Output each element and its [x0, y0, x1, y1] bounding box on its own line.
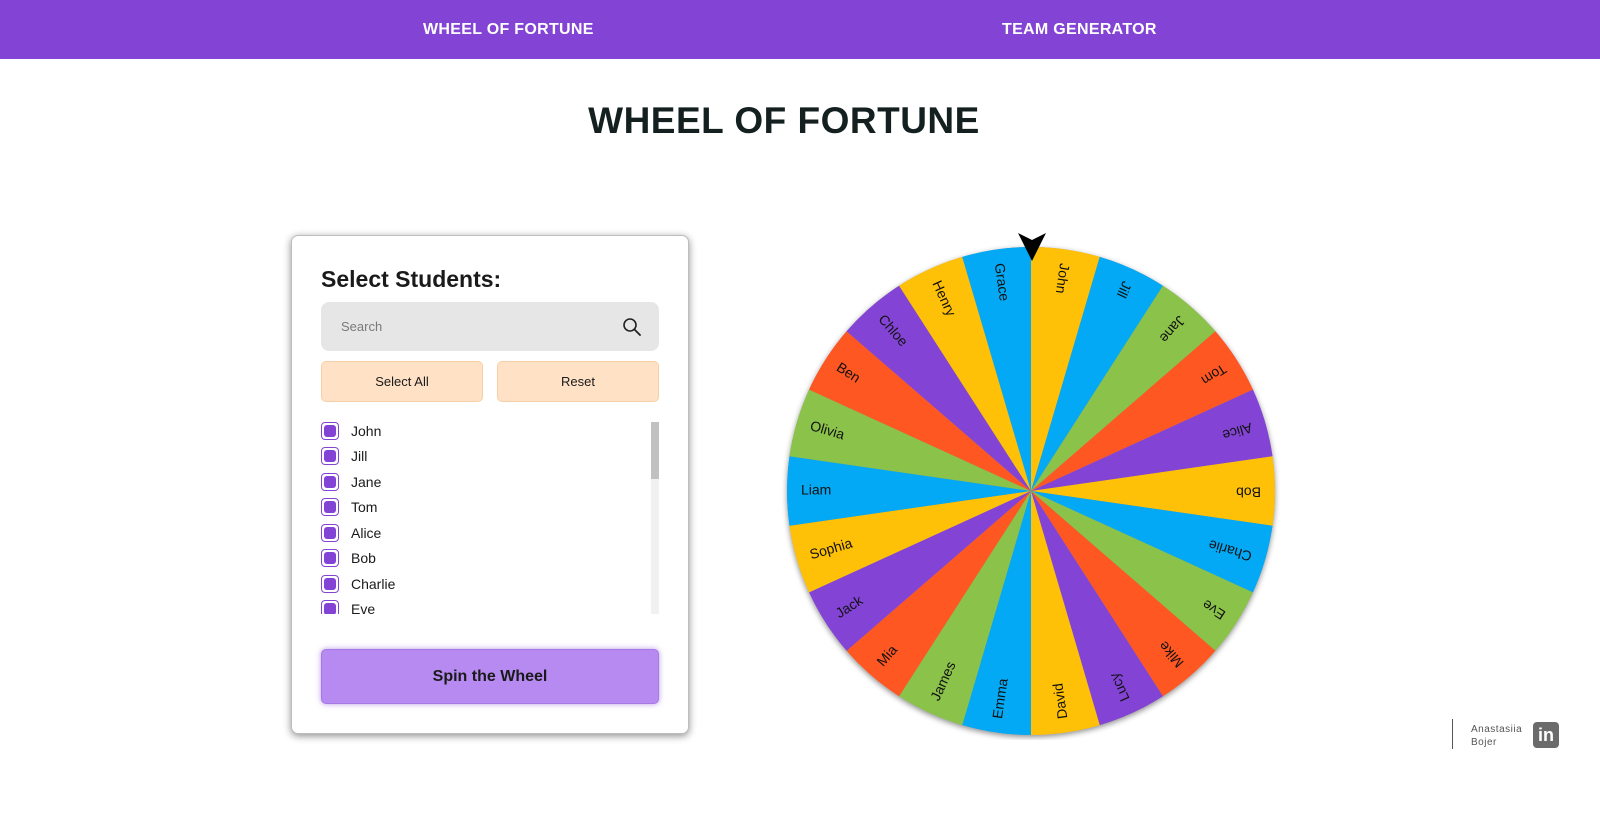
student-checkbox[interactable] [321, 447, 339, 465]
student-list: John Jill Jane Tom Alice Bob Charlie Eve [321, 422, 659, 614]
wheel-pointer-icon [1018, 233, 1046, 261]
student-label: Alice [351, 525, 382, 541]
fortune-wheel[interactable]: John Jill Jane Tom Alice Bob Charlie Eve Mike Luc… [780, 240, 1280, 740]
credit-last-name: Bojer [1471, 737, 1497, 748]
nav-team-generator[interactable]: TEAM GENERATOR [1002, 0, 1157, 59]
credit-author: Anastasiia Bojer [1471, 723, 1522, 749]
reset-button[interactable]: Reset [497, 361, 659, 402]
student-label: Bob [351, 550, 376, 566]
student-item-eve[interactable]: Eve [321, 600, 641, 614]
credit-divider [1452, 719, 1453, 749]
student-label: Eve [351, 601, 376, 614]
student-label: John [351, 423, 382, 439]
wheel-segments [786, 247, 1276, 735]
student-item-john[interactable]: John [321, 422, 641, 444]
search-input[interactable] [321, 302, 611, 351]
list-scrollbar-thumb[interactable] [651, 422, 659, 479]
student-checkbox[interactable] [321, 422, 339, 440]
student-checkbox[interactable] [321, 524, 339, 542]
top-navbar: WHEEL OF FORTUNE TEAM GENERATOR [0, 0, 1600, 59]
student-select-panel: Select Students: Select All Reset John J… [291, 235, 689, 734]
student-label: Tom [351, 499, 378, 515]
search-icon[interactable] [621, 316, 643, 338]
student-label: Charlie [351, 576, 396, 592]
wheel-graphic[interactable]: John JillJaneTomAliceBobCharlieEveMikeLuc… [780, 240, 1280, 740]
student-checkbox[interactable] [321, 473, 339, 491]
student-label: Jane [351, 474, 382, 490]
student-checkbox[interactable] [321, 600, 339, 614]
student-checkbox[interactable] [321, 498, 339, 516]
linkedin-icon[interactable]: in [1533, 722, 1559, 748]
student-item-alice[interactable]: Alice [321, 524, 641, 546]
student-label: Jill [351, 448, 368, 464]
student-checkbox[interactable] [321, 549, 339, 567]
student-item-jill[interactable]: Jill [321, 447, 641, 469]
credit-first-name: Anastasiia [1471, 724, 1523, 735]
student-item-bob[interactable]: Bob [321, 549, 641, 571]
select-all-button[interactable]: Select All [321, 361, 483, 402]
wheel-label-liam: Liam [801, 482, 831, 498]
search-box [321, 302, 659, 351]
student-checkbox[interactable] [321, 575, 339, 593]
nav-wheel-of-fortune[interactable]: WHEEL OF FORTUNE [423, 0, 594, 59]
page-title: WHEEL OF FORTUNE [588, 100, 980, 141]
student-item-tom[interactable]: Tom [321, 498, 641, 520]
panel-title: Select Students: [321, 266, 502, 292]
student-item-charlie[interactable]: Charlie [321, 575, 641, 597]
student-item-jane[interactable]: Jane [321, 473, 641, 495]
spin-wheel-button[interactable]: Spin the Wheel [321, 649, 659, 704]
wheel-label-bob: Bob [1236, 484, 1261, 500]
